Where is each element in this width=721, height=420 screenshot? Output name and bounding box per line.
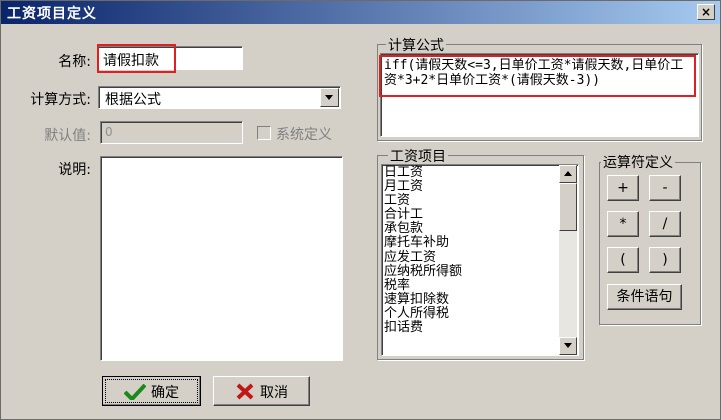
multiply-button[interactable]: * [607,211,639,237]
name-highlight-box [97,44,176,73]
default-value-label: 默认值: [44,128,91,144]
window-title: 工资项目定义 [7,6,97,22]
salary-items-group-label: 工资项目 [388,146,448,166]
scroll-thumb[interactable] [559,183,577,231]
description-textarea[interactable] [100,156,343,361]
salary-items-container: 日工资 月工资 工资 合计工 承包款 摩托车补助 应发工资 应纳税所得额 税率 速算扣除数 个人所得… [384,165,462,335]
list-item[interactable]: 应纳税所得额 [384,264,462,279]
close-icon: × [700,5,712,19]
condition-statement-button[interactable]: 条件语句 [607,284,682,310]
list-item[interactable]: 个人所得税 [384,306,462,321]
list-item[interactable]: 合计工 [384,208,462,222]
chevron-down-icon[interactable] [320,88,339,107]
scroll-down-icon[interactable] [559,337,577,355]
cancel-button[interactable]: 取消 [213,376,310,406]
close-button[interactable]: × [697,4,715,20]
system-defined-label: 系统定义 [276,127,332,143]
dialog-window: 工资项目定义 × 名称: 请假扣款 计算方式: 根据公式 默认值: 0 系统定义… [0,0,721,420]
default-value-input[interactable]: 0 [100,121,243,144]
scroll-up-icon[interactable] [559,165,577,183]
list-item[interactable]: 日工资 [384,165,462,180]
list-item[interactable]: 应发工资 [384,250,462,265]
list-item[interactable]: 速算扣除数 [384,292,462,307]
operators-group-label: 运算符定义 [601,152,675,172]
list-item[interactable]: 月工资 [384,180,462,194]
plus-button[interactable]: + [607,175,639,201]
list-item[interactable]: 工资 [384,194,462,208]
formula-highlight-box [379,55,696,97]
name-label: 名称: [58,54,91,70]
default-value-text: 0 [105,125,113,139]
cancel-button-label: 取消 [260,385,288,401]
list-item[interactable]: 扣话费 [384,320,462,335]
title-bar[interactable]: 工资项目定义 × [1,1,720,24]
salary-items-list[interactable]: 日工资 月工资 工资 合计工 承包款 摩托车补助 应发工资 应纳税所得额 税率 速算扣除数 个人所得… [381,164,579,356]
calc-method-value: 根据公式 [105,92,161,108]
system-defined-checkbox[interactable] [257,126,271,140]
ok-button[interactable]: 确定 [102,376,201,406]
minus-button[interactable]: - [649,175,681,201]
vertical-scrollbar[interactable] [559,165,577,355]
ok-button-label: 确定 [151,385,179,401]
list-item[interactable]: 税率 [384,278,462,293]
left-paren-button[interactable]: ( [607,247,639,273]
formula-group-label: 计算公式 [386,35,446,55]
list-item[interactable]: 摩托车补助 [384,236,462,250]
calc-method-label: 计算方式: [30,92,91,108]
divide-button[interactable]: / [649,211,681,237]
calc-method-select[interactable]: 根据公式 [98,86,341,109]
checkmark-icon [124,384,146,400]
right-paren-button[interactable]: ) [649,247,681,273]
description-label: 说明: [58,162,91,178]
cancel-x-icon [236,383,254,400]
